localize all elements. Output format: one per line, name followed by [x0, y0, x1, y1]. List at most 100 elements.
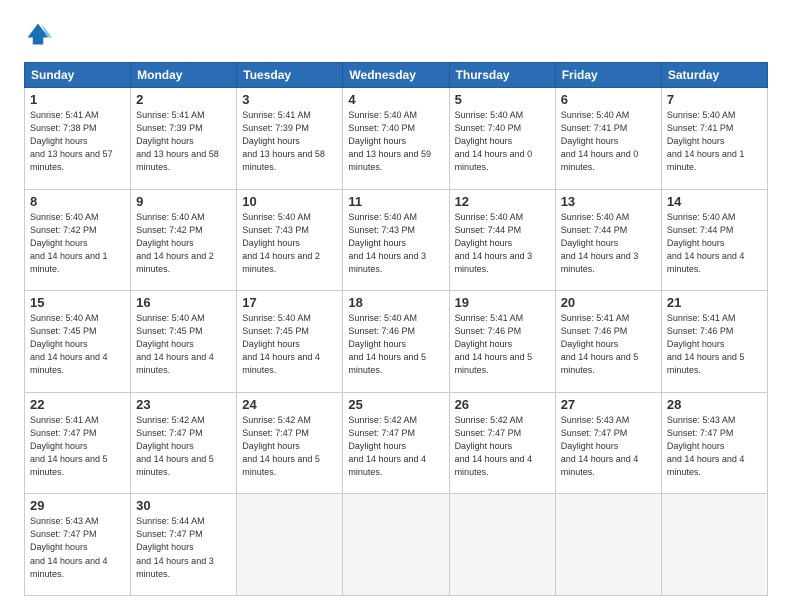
day-info: Sunrise: 5:42 AM Sunset: 7:47 PM Dayligh…: [455, 414, 550, 479]
day-info: Sunrise: 5:44 AM Sunset: 7:47 PM Dayligh…: [136, 515, 231, 580]
calendar-cell: 24 Sunrise: 5:42 AM Sunset: 7:47 PM Dayl…: [237, 392, 343, 494]
col-header-sunday: Sunday: [25, 63, 131, 88]
day-number: 16: [136, 295, 231, 310]
calendar-cell: 19 Sunrise: 5:41 AM Sunset: 7:46 PM Dayl…: [449, 291, 555, 393]
day-info: Sunrise: 5:40 AM Sunset: 7:43 PM Dayligh…: [242, 211, 337, 276]
day-info: Sunrise: 5:41 AM Sunset: 7:38 PM Dayligh…: [30, 109, 125, 174]
calendar-cell: [661, 494, 767, 596]
calendar-cell: 21 Sunrise: 5:41 AM Sunset: 7:46 PM Dayl…: [661, 291, 767, 393]
col-header-thursday: Thursday: [449, 63, 555, 88]
day-number: 21: [667, 295, 762, 310]
col-header-tuesday: Tuesday: [237, 63, 343, 88]
day-number: 11: [348, 194, 443, 209]
day-number: 14: [667, 194, 762, 209]
day-info: Sunrise: 5:40 AM Sunset: 7:45 PM Dayligh…: [30, 312, 125, 377]
calendar-table: SundayMondayTuesdayWednesdayThursdayFrid…: [24, 62, 768, 596]
calendar-header-row: SundayMondayTuesdayWednesdayThursdayFrid…: [25, 63, 768, 88]
day-number: 6: [561, 92, 656, 107]
day-info: Sunrise: 5:40 AM Sunset: 7:41 PM Dayligh…: [561, 109, 656, 174]
day-info: Sunrise: 5:41 AM Sunset: 7:46 PM Dayligh…: [667, 312, 762, 377]
day-info: Sunrise: 5:40 AM Sunset: 7:42 PM Dayligh…: [136, 211, 231, 276]
calendar-cell: [449, 494, 555, 596]
calendar-cell: 23 Sunrise: 5:42 AM Sunset: 7:47 PM Dayl…: [131, 392, 237, 494]
day-info: Sunrise: 5:40 AM Sunset: 7:45 PM Dayligh…: [136, 312, 231, 377]
day-info: Sunrise: 5:41 AM Sunset: 7:39 PM Dayligh…: [242, 109, 337, 174]
day-info: Sunrise: 5:43 AM Sunset: 7:47 PM Dayligh…: [667, 414, 762, 479]
day-info: Sunrise: 5:40 AM Sunset: 7:45 PM Dayligh…: [242, 312, 337, 377]
calendar-cell: 26 Sunrise: 5:42 AM Sunset: 7:47 PM Dayl…: [449, 392, 555, 494]
calendar-week-row: 1 Sunrise: 5:41 AM Sunset: 7:38 PM Dayli…: [25, 88, 768, 190]
day-number: 4: [348, 92, 443, 107]
page: SundayMondayTuesdayWednesdayThursdayFrid…: [0, 0, 792, 612]
day-info: Sunrise: 5:41 AM Sunset: 7:39 PM Dayligh…: [136, 109, 231, 174]
calendar-cell: 17 Sunrise: 5:40 AM Sunset: 7:45 PM Dayl…: [237, 291, 343, 393]
calendar-cell: 18 Sunrise: 5:40 AM Sunset: 7:46 PM Dayl…: [343, 291, 449, 393]
calendar-cell: 25 Sunrise: 5:42 AM Sunset: 7:47 PM Dayl…: [343, 392, 449, 494]
calendar-cell: 14 Sunrise: 5:40 AM Sunset: 7:44 PM Dayl…: [661, 189, 767, 291]
calendar-cell: 11 Sunrise: 5:40 AM Sunset: 7:43 PM Dayl…: [343, 189, 449, 291]
day-info: Sunrise: 5:40 AM Sunset: 7:40 PM Dayligh…: [455, 109, 550, 174]
calendar-cell: 22 Sunrise: 5:41 AM Sunset: 7:47 PM Dayl…: [25, 392, 131, 494]
day-info: Sunrise: 5:43 AM Sunset: 7:47 PM Dayligh…: [561, 414, 656, 479]
day-number: 29: [30, 498, 125, 513]
calendar-cell: 5 Sunrise: 5:40 AM Sunset: 7:40 PM Dayli…: [449, 88, 555, 190]
logo-icon: [24, 20, 52, 48]
calendar-cell: 6 Sunrise: 5:40 AM Sunset: 7:41 PM Dayli…: [555, 88, 661, 190]
day-info: Sunrise: 5:43 AM Sunset: 7:47 PM Dayligh…: [30, 515, 125, 580]
calendar-cell: 8 Sunrise: 5:40 AM Sunset: 7:42 PM Dayli…: [25, 189, 131, 291]
calendar-cell: 27 Sunrise: 5:43 AM Sunset: 7:47 PM Dayl…: [555, 392, 661, 494]
day-info: Sunrise: 5:40 AM Sunset: 7:46 PM Dayligh…: [348, 312, 443, 377]
day-number: 9: [136, 194, 231, 209]
calendar-week-row: 15 Sunrise: 5:40 AM Sunset: 7:45 PM Dayl…: [25, 291, 768, 393]
calendar-cell: 9 Sunrise: 5:40 AM Sunset: 7:42 PM Dayli…: [131, 189, 237, 291]
day-info: Sunrise: 5:41 AM Sunset: 7:46 PM Dayligh…: [455, 312, 550, 377]
day-info: Sunrise: 5:40 AM Sunset: 7:43 PM Dayligh…: [348, 211, 443, 276]
day-number: 12: [455, 194, 550, 209]
day-number: 2: [136, 92, 231, 107]
calendar-cell: 4 Sunrise: 5:40 AM Sunset: 7:40 PM Dayli…: [343, 88, 449, 190]
calendar-cell: [237, 494, 343, 596]
calendar-cell: 28 Sunrise: 5:43 AM Sunset: 7:47 PM Dayl…: [661, 392, 767, 494]
calendar-cell: 10 Sunrise: 5:40 AM Sunset: 7:43 PM Dayl…: [237, 189, 343, 291]
calendar-cell: 29 Sunrise: 5:43 AM Sunset: 7:47 PM Dayl…: [25, 494, 131, 596]
col-header-monday: Monday: [131, 63, 237, 88]
day-number: 1: [30, 92, 125, 107]
day-number: 15: [30, 295, 125, 310]
calendar-cell: 12 Sunrise: 5:40 AM Sunset: 7:44 PM Dayl…: [449, 189, 555, 291]
calendar-cell: 7 Sunrise: 5:40 AM Sunset: 7:41 PM Dayli…: [661, 88, 767, 190]
day-info: Sunrise: 5:40 AM Sunset: 7:44 PM Dayligh…: [455, 211, 550, 276]
day-info: Sunrise: 5:42 AM Sunset: 7:47 PM Dayligh…: [242, 414, 337, 479]
day-number: 24: [242, 397, 337, 412]
calendar-cell: [343, 494, 449, 596]
day-info: Sunrise: 5:40 AM Sunset: 7:44 PM Dayligh…: [667, 211, 762, 276]
logo: [24, 20, 56, 48]
day-number: 23: [136, 397, 231, 412]
day-number: 5: [455, 92, 550, 107]
calendar-cell: 20 Sunrise: 5:41 AM Sunset: 7:46 PM Dayl…: [555, 291, 661, 393]
day-number: 28: [667, 397, 762, 412]
day-number: 26: [455, 397, 550, 412]
day-number: 10: [242, 194, 337, 209]
day-number: 19: [455, 295, 550, 310]
day-number: 8: [30, 194, 125, 209]
col-header-friday: Friday: [555, 63, 661, 88]
day-info: Sunrise: 5:42 AM Sunset: 7:47 PM Dayligh…: [348, 414, 443, 479]
day-number: 20: [561, 295, 656, 310]
day-number: 27: [561, 397, 656, 412]
col-header-wednesday: Wednesday: [343, 63, 449, 88]
calendar-cell: 16 Sunrise: 5:40 AM Sunset: 7:45 PM Dayl…: [131, 291, 237, 393]
calendar-week-row: 22 Sunrise: 5:41 AM Sunset: 7:47 PM Dayl…: [25, 392, 768, 494]
day-number: 7: [667, 92, 762, 107]
calendar-cell: 1 Sunrise: 5:41 AM Sunset: 7:38 PM Dayli…: [25, 88, 131, 190]
day-number: 13: [561, 194, 656, 209]
calendar-cell: [555, 494, 661, 596]
day-info: Sunrise: 5:41 AM Sunset: 7:46 PM Dayligh…: [561, 312, 656, 377]
day-number: 18: [348, 295, 443, 310]
day-info: Sunrise: 5:41 AM Sunset: 7:47 PM Dayligh…: [30, 414, 125, 479]
calendar-cell: 3 Sunrise: 5:41 AM Sunset: 7:39 PM Dayli…: [237, 88, 343, 190]
day-info: Sunrise: 5:42 AM Sunset: 7:47 PM Dayligh…: [136, 414, 231, 479]
day-info: Sunrise: 5:40 AM Sunset: 7:40 PM Dayligh…: [348, 109, 443, 174]
day-number: 30: [136, 498, 231, 513]
day-info: Sunrise: 5:40 AM Sunset: 7:41 PM Dayligh…: [667, 109, 762, 174]
day-number: 3: [242, 92, 337, 107]
